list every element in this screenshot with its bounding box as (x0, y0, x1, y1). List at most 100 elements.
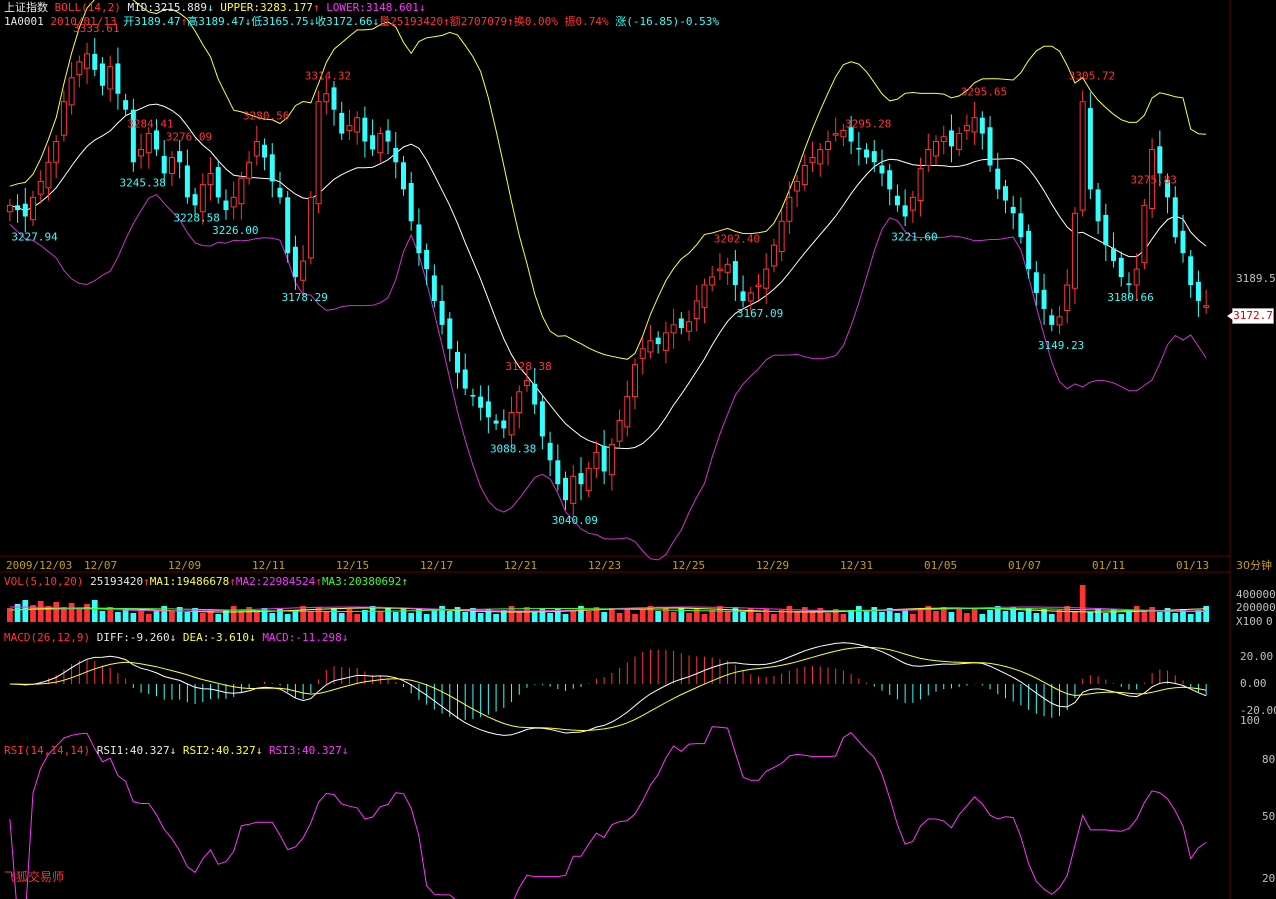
time-axis-label: 12/15 (336, 559, 369, 572)
volume-bar (987, 610, 993, 622)
volume-bar (825, 613, 831, 622)
boll-upper: UPPER:3283.177 (220, 1, 313, 14)
candle-body (154, 130, 159, 150)
brand-label: 飞狐交易师 (4, 870, 65, 884)
price-annotation: 3295.28 (845, 118, 891, 131)
candle-body (45, 161, 52, 189)
quote-amplitude: 振0.74% (564, 15, 609, 28)
price-axis-tick: 3189.5 (1236, 272, 1276, 285)
rsi-axis-tick: 50 (1262, 810, 1275, 823)
candle-body (1002, 186, 1008, 201)
time-axis-label: 2009/12/03 (6, 559, 72, 572)
volume-bar (1118, 614, 1125, 622)
time-axis-label: 12/17 (420, 559, 453, 572)
candle-body (987, 127, 993, 166)
candle-body (485, 401, 491, 418)
volume-axis-tick: 400000 (1236, 588, 1276, 601)
macd-axis-tick: 0.00 (1240, 677, 1267, 690)
macd-label: MACD(26,12,9) (4, 631, 91, 644)
quote-open: 开3189.47 (123, 15, 181, 28)
volume-bar (408, 613, 415, 622)
time-axis-label: 12/11 (252, 559, 285, 572)
time-axis-label: 01/11 (1092, 559, 1125, 572)
volume-bar (670, 612, 677, 622)
volume-bar (524, 607, 530, 622)
candle-body (832, 133, 839, 136)
stock-chart[interactable]: 3333.613227.943284.413245.383276.093228.… (0, 0, 1276, 899)
candle-body (809, 157, 816, 163)
volume-bar (948, 612, 955, 622)
volume-bar (1072, 611, 1078, 622)
stock-code: 1A0001 (4, 15, 44, 28)
candle-body (902, 205, 908, 217)
candle-body (230, 196, 237, 208)
candle-body (184, 165, 190, 198)
volume-bar (68, 603, 75, 622)
index-name: 上证指数 (4, 1, 48, 14)
candle-body (1049, 315, 1055, 325)
price-annotation: 3221.60 (891, 230, 937, 243)
candle-body (501, 420, 507, 429)
candle-body (1064, 284, 1071, 312)
volume-bar (346, 609, 353, 622)
candle-body (763, 268, 770, 289)
volume-bar (238, 611, 245, 622)
candle-body (523, 380, 530, 386)
candle-body (933, 141, 940, 157)
candle-body (693, 300, 700, 319)
candle-body (963, 125, 970, 131)
volume-bar (562, 614, 569, 622)
volume-bar (755, 613, 762, 622)
candle-body (6, 204, 13, 213)
candle-body (639, 348, 646, 359)
candle-body (253, 141, 260, 157)
rsi2: RSI2:40.327 (182, 744, 256, 757)
volume-bar (516, 611, 523, 622)
price-annotation: 3128.38 (505, 360, 551, 373)
candle-body (424, 249, 430, 270)
quote-volume: 量25193420 (379, 15, 444, 28)
candle-body (709, 276, 716, 286)
volume-bar (1033, 613, 1040, 622)
volume-bar (76, 608, 83, 622)
volume-bar (1156, 612, 1163, 622)
candle-body (578, 473, 584, 485)
candle-body (138, 149, 145, 157)
candle-body (856, 147, 862, 150)
price-annotation: 3202.40 (714, 232, 760, 245)
volume-bar (894, 613, 901, 622)
candle-body (917, 168, 924, 202)
candle-body (817, 149, 824, 165)
candle-body (1071, 212, 1078, 289)
volume-bar (184, 612, 191, 622)
volume-bar (701, 614, 708, 622)
macd-axis-tick: 20.00 (1240, 650, 1273, 663)
candle-body (99, 63, 105, 86)
candle-body (323, 93, 330, 103)
volume-bar (840, 614, 847, 622)
price-annotation: 3245.38 (119, 176, 165, 189)
volume-bar (547, 613, 553, 622)
candle-body (277, 187, 283, 198)
volume-bar (423, 614, 430, 622)
rsi-header: RSI(14,14,14) RSI1:40.327↓ RSI2:40.327↓ … (4, 744, 349, 757)
rsi-label: RSI(14,14,14) (4, 744, 91, 757)
candle-body (115, 63, 121, 94)
candle-body (563, 477, 569, 501)
candle-body (670, 324, 677, 334)
volume-bar (570, 610, 577, 622)
candle-body (60, 101, 67, 136)
candle-body (608, 443, 615, 476)
time-axis-label: 01/13 (1176, 559, 1209, 572)
candle-body (624, 396, 631, 428)
volume-bar (956, 608, 963, 622)
volume-bar (115, 612, 121, 622)
volume-bar (655, 611, 662, 622)
macd-value: MACD:-11.298 (262, 631, 342, 644)
volume-bar (639, 610, 646, 622)
candle-body (516, 391, 523, 414)
price-annotation: 3284.41 (127, 118, 173, 131)
volume-bar (809, 612, 816, 622)
volume-bar (439, 606, 445, 622)
volume-bar (477, 613, 484, 622)
